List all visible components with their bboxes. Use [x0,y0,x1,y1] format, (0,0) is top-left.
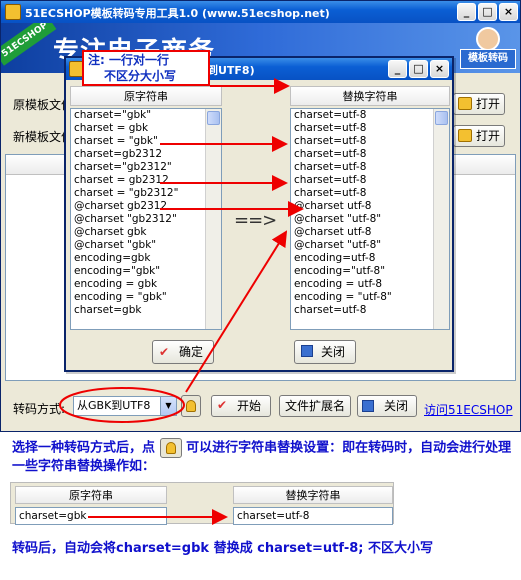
list-item: encoding=utf-8 [294,252,376,264]
list-item: @charset utf-8 [294,226,372,238]
folder-icon [458,97,472,110]
example-panel: 原字符串 替换字符串 charset=gbk charset=utf-8 [10,482,394,525]
list-item: @charset "utf-8" [294,239,382,251]
start-label: 开始 [236,399,261,413]
person-icon [476,27,500,51]
minimize-icon[interactable]: _ [457,3,476,21]
dialog-close-button[interactable]: 关闭 [294,340,356,364]
list-item: @charset "gb2312" [74,213,177,225]
mapping-arrow: ==> [234,210,277,231]
scrollbar[interactable] [433,109,449,329]
start-button[interactable]: ✔ 开始 [211,395,271,417]
settings-icon-shape [165,442,176,454]
dialog-close-icon[interactable]: × [430,60,449,78]
list-item: charset = gb2312 [74,174,169,186]
note-line-1: 注: 一行对一行 [88,53,169,67]
open-new-label: 打开 [476,129,501,143]
list-item: charset=utf-8 [294,135,367,147]
example-original-value: charset=gbk [15,507,167,525]
list-item: @charset utf-8 [294,200,372,212]
explanation-paragraph-2: 转码后，自动会将charset=gbk 替换成 charset=utf-8; 不… [12,541,433,556]
list-item: @charset gbk [74,226,147,238]
example-replace-header: 替换字符串 [233,486,393,504]
list-item: encoding=gbk [74,252,151,264]
screenshot: 51ECSHOP模板转码专用工具1.0 (www.51ecshop.net) _… [0,0,521,580]
folder-icon [458,129,472,142]
open-source-button[interactable]: 打开 [453,93,505,115]
main-close-label: 关闭 [383,399,408,413]
list-item: encoding = "gbk" [74,291,167,303]
list-item: charset=utf-8 [294,161,367,173]
dialog-close-label: 关闭 [321,345,346,359]
explanation-paragraph-1: 选择一种转码方式后，点 可以进行字符串替换设置：即在转码时，自动会进行处理一些字… [12,438,512,476]
replace-column-header: 替换字符串 [290,86,450,106]
list-item: charset=gbk [74,304,142,316]
list-item: charset=utf-8 [294,122,367,134]
list-item: charset = "gbk" [74,135,158,147]
original-strings-list[interactable]: charset="gbk" charset = gbk charset = "gbk… [70,108,222,330]
replace-settings-button[interactable] [181,395,201,417]
list-item: @charset "utf-8" [294,213,382,225]
list-item: charset=utf-8 [294,148,367,160]
list-item: charset=utf-8 [294,109,367,121]
list-item: charset="gbk" [74,109,152,121]
list-item: encoding = utf-8 [294,278,383,290]
check-icon: ✔ [216,398,228,412]
explanation-text-a: 选择一种转码方式后，点 [12,440,156,456]
annotation-note: 注: 一行对一行 不区分大小写 [82,50,210,86]
note-line-2: 不区分大小写 [104,69,177,83]
list-item: charset=utf-8 [294,174,367,186]
dialog-minimize-icon[interactable]: _ [388,60,407,78]
banner-ribbon: 51ECSHOP [1,23,57,66]
file-extension-button[interactable]: 文件扩展名 [279,395,351,417]
scroll-thumb[interactable] [207,111,220,125]
visit-51ecshop-link[interactable]: 访问51ECSHOP [424,401,513,418]
list-item: encoding="utf-8" [294,265,386,277]
check-icon: ✔ [159,345,170,359]
dialog-maximize-icon[interactable]: □ [409,60,428,78]
list-item: encoding="gbk" [74,265,161,277]
settings-icon [186,400,196,412]
banner-label: 模板转码 [460,49,516,69]
exit-icon [362,400,374,412]
maximize-icon[interactable]: □ [478,3,497,21]
list-item: charset="gb2312" [74,161,172,173]
mode-value: 从GBK到UTF8 [77,399,151,412]
original-column-header: 原字符串 [70,86,222,106]
ok-label: 确定 [179,345,204,359]
list-item: charset = gbk [74,122,149,134]
list-item: @charset gb2312 [74,200,168,212]
list-item: @charset "gbk" [74,239,157,251]
list-item: charset=utf-8 [294,187,367,199]
file-extension-label: 文件扩展名 [284,399,345,413]
scrollbar[interactable] [205,109,221,329]
open-new-button[interactable]: 打开 [453,125,505,147]
main-title-bar[interactable]: 51ECSHOP模板转码专用工具1.0 (www.51ecshop.net) _… [1,1,520,23]
open-source-label: 打开 [476,97,501,111]
exit-icon [301,345,313,357]
mode-label: 转码方式: [13,402,66,416]
list-item: encoding = "utf-8" [294,291,392,303]
main-close-button[interactable]: 关闭 [357,395,417,417]
mode-select[interactable]: 从GBK到UTF8 ▼ [73,396,177,416]
replacement-strings-list[interactable]: charset=utf-8 charset=utf-8 charset=utf-8 c… [290,108,450,330]
toolbar: 转码方式: 从GBK到UTF8 ▼ ✔ 开始 文件扩展名 关闭 访问51ECSHOP [5,389,516,425]
list-item: charset=gb2312 [74,148,163,160]
scroll-thumb[interactable] [435,111,448,125]
list-item: charset=utf-8 [294,304,367,316]
chevron-down-icon[interactable]: ▼ [160,397,176,415]
list-item: encoding = gbk [74,278,158,290]
example-replace-value: charset=utf-8 [233,507,393,525]
settings-icon [159,438,182,458]
example-original-header: 原字符串 [15,486,167,504]
list-item: charset = "gb2312" [74,187,179,199]
ok-button[interactable]: ✔ 确定 [152,340,214,364]
main-title-text: 51ECSHOP模板转码专用工具1.0 (www.51ecshop.net) [25,7,330,20]
app-icon [5,4,21,20]
replace-dialog: 替换字符串列表(从GBK到UTF8) _ □ × 原字符串 替换字符串 char… [64,56,454,372]
close-icon[interactable]: × [499,3,518,21]
